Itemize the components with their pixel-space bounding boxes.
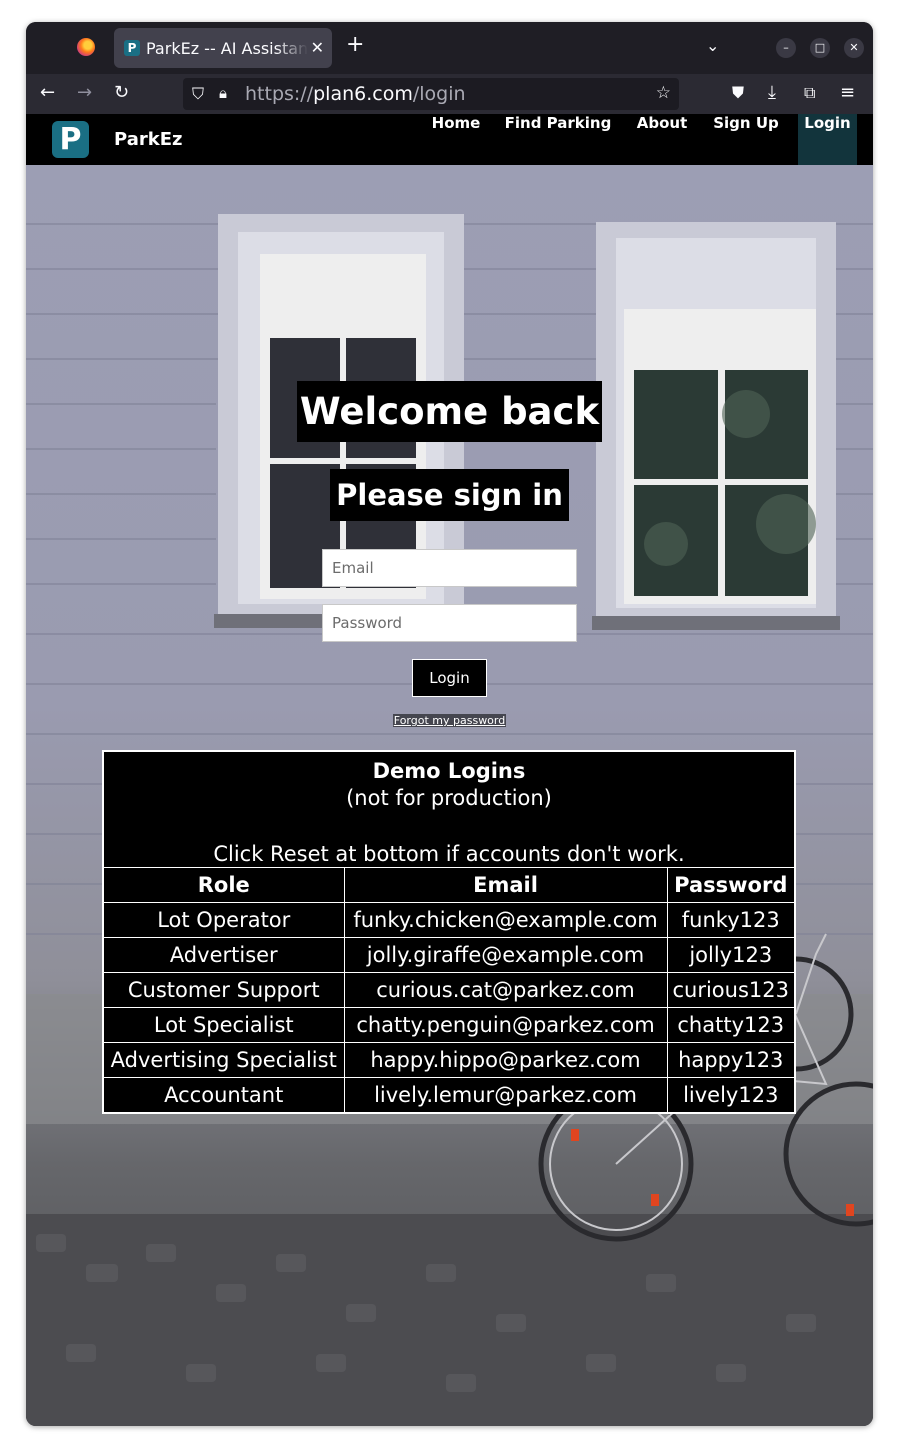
cell-password: chatty123 (666, 1007, 794, 1043)
cell-password: funky123 (666, 902, 794, 938)
cell-role: Customer Support (104, 972, 345, 1008)
nav-find-parking[interactable]: Find Parking (500, 114, 616, 165)
column-header-role: Role (104, 867, 345, 903)
site-navbar: P ParkEz Home Find Parking About Sign Up… (26, 114, 873, 165)
tab-list-chevron-icon[interactable]: ⌄ (706, 36, 719, 55)
shield-icon[interactable]: ⛉ (192, 84, 204, 104)
cell-email: jolly.giraffe@example.com (343, 937, 668, 973)
cell-role: Advertising Specialist (104, 1042, 345, 1078)
browser-toolbar: ← → ↻ ⛉ 🔒︎ https://plan6.com/login ☆ ⛊ ⤓… (26, 74, 873, 114)
table-row: Accountant lively.lemur@parkez.com livel… (104, 1077, 794, 1112)
column-header-email: Email (343, 867, 668, 903)
table-row: Lot Specialist chatty.penguin@parkez.com… (104, 1007, 794, 1043)
demo-logins-table: Role Email Password Lot Operator funky.c… (104, 867, 794, 1112)
extensions-icon[interactable]: ⧉ (804, 83, 815, 103)
cell-role: Advertiser (104, 937, 345, 973)
tab-active[interactable]: P ParkEz -- AI Assistant ✕ (114, 28, 332, 68)
tab-close-icon[interactable]: ✕ (311, 38, 324, 57)
browser-window: P ParkEz -- AI Assistant ✕ + ⌄ – □ ✕ ← →… (26, 22, 873, 1426)
page-title: Welcome back (297, 381, 602, 442)
table-row: Customer Support curious.cat@parkez.com … (104, 972, 794, 1008)
lock-icon[interactable]: 🔒︎ (219, 84, 227, 102)
star-icon[interactable]: ☆ (656, 83, 671, 103)
back-icon[interactable]: ← (40, 83, 55, 103)
parkez-logo[interactable]: P (52, 121, 89, 158)
new-tab-icon[interactable]: + (346, 34, 364, 56)
address-bar[interactable]: ⛉ 🔒︎ https://plan6.com/login ☆ (183, 78, 679, 110)
nav-about[interactable]: About (626, 114, 698, 165)
demo-logins-note: (not for production) (346, 786, 552, 810)
demo-logins-title: Demo Logins (372, 759, 526, 783)
cell-password: lively123 (666, 1077, 794, 1112)
cell-email: lively.lemur@parkez.com (343, 1077, 668, 1112)
demo-logins-header: Demo Logins (not for production) Click R… (104, 752, 794, 867)
tab-title: ParkEz -- AI Assistant (146, 39, 308, 58)
minimize-icon[interactable]: – (776, 38, 796, 58)
cell-password: jolly123 (666, 937, 794, 973)
menu-icon[interactable]: ≡ (840, 83, 855, 103)
cell-password: curious123 (666, 972, 794, 1008)
cell-email: chatty.penguin@parkez.com (343, 1007, 668, 1043)
tab-strip: P ParkEz -- AI Assistant ✕ + ⌄ – □ ✕ (26, 22, 873, 74)
table-header-row: Role Email Password (104, 867, 794, 903)
reload-icon[interactable]: ↻ (114, 83, 129, 103)
cell-email: curious.cat@parkez.com (343, 972, 668, 1008)
cell-role: Accountant (104, 1077, 345, 1112)
column-header-password: Password (666, 867, 794, 903)
cell-password: happy123 (666, 1042, 794, 1078)
nav-sign-up[interactable]: Sign Up (706, 114, 786, 165)
page-subtitle: Please sign in (330, 469, 569, 521)
nav-home[interactable]: Home (422, 114, 490, 165)
download-icon[interactable]: ⤓ (768, 83, 776, 103)
forgot-password-link[interactable]: Forgot my password (392, 714, 507, 727)
table-row: Lot Operator funky.chicken@example.com f… (104, 902, 794, 938)
tab-favicon-icon: P (124, 40, 140, 56)
page-viewport: P ParkEz Home Find Parking About Sign Up… (26, 114, 873, 1426)
firefox-icon[interactable] (77, 38, 95, 56)
maximize-icon[interactable]: □ (810, 38, 830, 58)
email-field[interactable] (322, 549, 577, 587)
cell-role: Lot Specialist (104, 1007, 345, 1043)
cell-email: funky.chicken@example.com (343, 902, 668, 938)
demo-logins-panel: Demo Logins (not for production) Click R… (102, 750, 796, 1114)
cell-role: Lot Operator (104, 902, 345, 938)
forgot-password-row: Forgot my password (26, 714, 873, 727)
demo-logins-hint: Click Reset at bottom if accounts don't … (213, 842, 685, 866)
site-brand[interactable]: ParkEz (114, 129, 182, 150)
password-field[interactable] (322, 604, 577, 642)
close-window-icon[interactable]: ✕ (844, 38, 864, 58)
table-row: Advertising Specialist happy.hippo@parke… (104, 1042, 794, 1078)
table-row: Advertiser jolly.giraffe@example.com jol… (104, 937, 794, 973)
cell-email: happy.hippo@parkez.com (343, 1042, 668, 1078)
pocket-icon[interactable]: ⛊ (732, 83, 744, 103)
forward-icon[interactable]: → (77, 83, 92, 103)
url-text[interactable]: https://plan6.com/login (245, 83, 466, 105)
nav-login[interactable]: Login (798, 114, 857, 165)
login-button[interactable]: Login (412, 659, 487, 697)
